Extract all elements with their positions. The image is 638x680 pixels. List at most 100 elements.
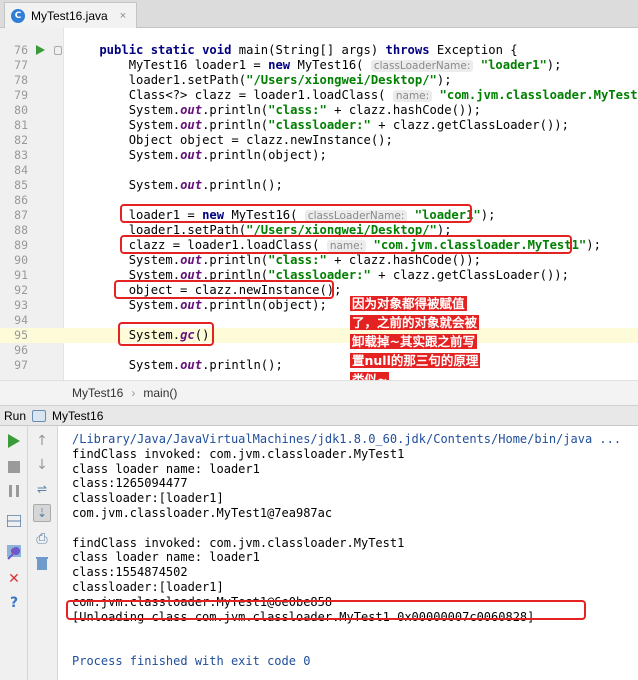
console-line: /Library/Java/JavaVirtualMachines/jdk1.8… — [72, 432, 622, 446]
annotation-note: 因为对象都得被赋值 了，之前的对象就会被 卸载掉~其实跟之前写 置null的那三… — [350, 294, 510, 380]
code-line[interactable]: 82 Object object = clazz.newInstance(); — [0, 133, 638, 148]
fold-icon[interactable] — [54, 46, 62, 55]
code-token: "loader1" — [480, 58, 547, 72]
breadcrumb-class[interactable]: MyTest16 — [72, 386, 123, 400]
code-token: out — [180, 253, 203, 267]
code-line[interactable]: 93 System.out.println(object); — [0, 298, 638, 313]
code-token: "class:" — [268, 103, 327, 117]
code-editor[interactable]: 76 public static void main(String[] args… — [0, 28, 638, 380]
code-line[interactable]: 79 Class<?> clazz = loader1.loadClass( n… — [0, 88, 638, 103]
code-token: .println(); — [202, 358, 283, 372]
code-text: Class<?> clazz = loader1.loadClass( name… — [70, 88, 638, 104]
code-token: out — [180, 148, 203, 162]
code-token: "com.jvm.classloader.MyTest1" — [439, 88, 638, 102]
line-number: 88 — [14, 223, 28, 237]
help-icon[interactable]: ? — [5, 594, 23, 612]
code-line[interactable]: 83 System.out.println(object); — [0, 148, 638, 163]
code-token: System. — [70, 178, 181, 192]
parameter-hint: name: — [392, 90, 433, 102]
code-token: Exception { — [436, 43, 518, 57]
line-number: 97 — [14, 358, 28, 372]
print-icon[interactable]: ⎙ — [33, 530, 51, 548]
code-line[interactable]: 76 public static void main(String[] args… — [0, 43, 638, 58]
code-line[interactable]: 94 — [0, 313, 638, 328]
line-number: 92 — [14, 283, 28, 297]
run-toolbar: ✕ ? — [0, 426, 28, 680]
code-line[interactable]: 85 System.out.println(); — [0, 178, 638, 193]
pause-icon[interactable] — [5, 482, 23, 500]
annotation-line: 类似~ — [350, 372, 390, 380]
console-line: classloader:[loader1] — [72, 580, 224, 594]
line-number: 83 — [14, 148, 28, 162]
code-token: System. — [70, 298, 181, 312]
run-gutter-icon[interactable] — [36, 45, 45, 55]
code-line[interactable]: 78 loader1.setPath("/Users/xiongwei/Desk… — [0, 73, 638, 88]
line-number: 89 — [14, 238, 28, 252]
debug-pin-icon[interactable] — [5, 544, 23, 562]
line-number: 82 — [14, 133, 28, 147]
code-text: System.out.println(); — [70, 358, 283, 373]
code-token: ); — [546, 58, 562, 72]
code-token: loader1.setPath( — [70, 73, 247, 87]
code-text: System.out.println("class:" + clazz.hash… — [70, 103, 481, 118]
breadcrumb-method[interactable]: main() — [143, 386, 177, 400]
code-text: MyTest16 loader1 = new MyTest16( classLo… — [70, 58, 561, 74]
code-line[interactable]: 81 System.out.println("classloader:" + c… — [0, 118, 638, 133]
code-token: .println( — [202, 118, 269, 132]
code-token: System. — [70, 148, 181, 162]
highlight-box-line-92 — [114, 280, 334, 299]
highlight-box-line-89 — [120, 235, 572, 254]
code-token: + clazz.hashCode()); — [326, 103, 481, 117]
line-number: 77 — [14, 58, 28, 72]
console-line: com.jvm.classloader.MyTest1@7ea987ac — [72, 506, 333, 520]
trash-icon[interactable] — [33, 554, 51, 572]
line-number: 86 — [14, 193, 28, 207]
code-token: out — [180, 298, 203, 312]
rerun-icon[interactable] — [5, 432, 23, 450]
console-line: Process finished with exit code 0 — [72, 654, 311, 668]
code-token: Object object = clazz.newInstance(); — [70, 133, 393, 147]
close-icon[interactable]: ✕ — [5, 570, 23, 588]
code-line[interactable]: 77 MyTest16 loader1 = new MyTest16( clas… — [0, 58, 638, 73]
code-line[interactable]: 84 — [0, 163, 638, 178]
soft-wrap-icon[interactable]: ⇌ — [33, 480, 51, 498]
console-output[interactable]: /Library/Java/JavaVirtualMachines/jdk1.8… — [58, 426, 638, 680]
code-line[interactable]: 97 System.out.println(); — [0, 358, 638, 373]
code-text: System.out.println(); — [70, 178, 283, 193]
line-number: 94 — [14, 313, 28, 327]
line-number: 80 — [14, 103, 28, 117]
line-number: 91 — [14, 268, 28, 282]
annotation-line: 卸载掉~其实跟之前写 — [350, 334, 477, 349]
code-token: .println(object); — [202, 298, 327, 312]
close-icon[interactable]: × — [120, 10, 126, 22]
code-token: out — [180, 358, 203, 372]
console-line: class loader name: loader1 — [72, 550, 260, 565]
line-number: 76 — [14, 43, 28, 57]
code-token: main(String[] args) — [238, 43, 386, 57]
code-line[interactable]: 96 — [0, 343, 638, 358]
console-toolbar: ↑ ↓ ⇌ ⇣ ⎙ — [28, 426, 58, 680]
code-line[interactable]: 80 System.out.println("class:" + clazz.h… — [0, 103, 638, 118]
code-line[interactable]: 95 System.gc(); — [0, 328, 638, 343]
layout-icon[interactable] — [5, 512, 23, 530]
code-token: out — [180, 178, 203, 192]
chevron-right-icon: › — [131, 386, 136, 400]
scroll-to-end-icon[interactable]: ⇣ — [33, 504, 51, 522]
code-token: out — [180, 103, 203, 117]
arrow-down-icon[interactable]: ↓ — [33, 456, 51, 474]
run-config-icon — [32, 409, 47, 422]
annotation-line: 了，之前的对象就会被 — [350, 315, 480, 330]
tab-mytest16[interactable]: C MyTest16.java × — [4, 2, 138, 28]
line-number: 96 — [14, 343, 28, 357]
arrow-up-icon[interactable]: ↑ — [33, 432, 51, 450]
stop-icon[interactable] — [5, 458, 23, 476]
editor-tab-bar: C MyTest16.java × — [0, 0, 638, 28]
run-config-name[interactable]: MyTest16 — [52, 409, 103, 423]
code-line[interactable]: 90 System.out.println("class:" + clazz.h… — [0, 253, 638, 268]
code-text: System.out.println("classloader:" + claz… — [70, 118, 569, 133]
line-number: 85 — [14, 178, 28, 192]
annotation-line: 置null的那三句的原理 — [350, 353, 481, 368]
run-panel-label[interactable]: Run — [4, 409, 26, 423]
code-text: System.out.println(object); — [70, 148, 327, 163]
